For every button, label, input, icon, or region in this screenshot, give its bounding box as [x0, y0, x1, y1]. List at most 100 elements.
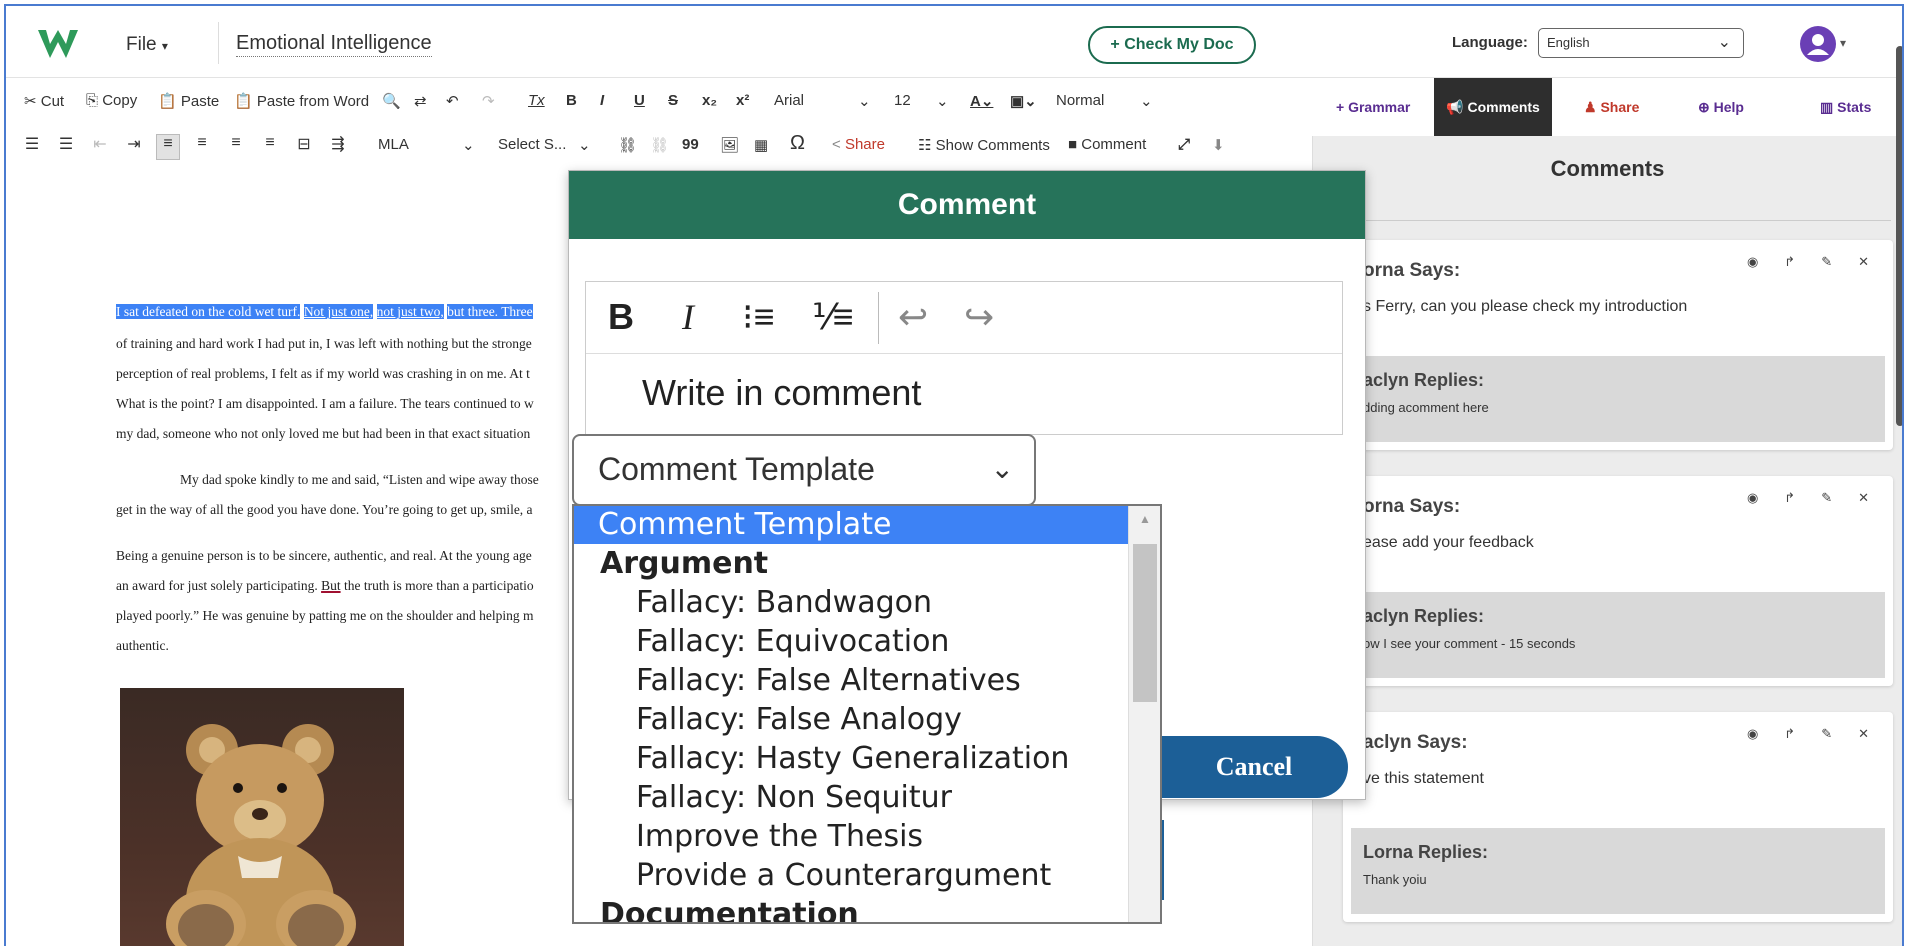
dropdown-option[interactable]: Fallacy: Bandwagon [574, 584, 1128, 622]
dropdown-option[interactable]: Improve the Thesis [574, 818, 1128, 856]
indent-icon[interactable]: ⇥ [122, 134, 146, 160]
replace-icon[interactable]: ⇄ [414, 92, 427, 110]
close-icon[interactable]: ✕ [1858, 490, 1869, 505]
dropdown-option[interactable]: Fallacy: False Alternatives [574, 662, 1128, 700]
language-select[interactable]: English ⌄ [1538, 28, 1744, 58]
bulleted-list-icon[interactable]: ⁝≡ [742, 296, 774, 338]
chevron-down-icon[interactable]: ⌄ [462, 136, 475, 154]
dropdown-option[interactable]: Fallacy: Non Sequitur [574, 779, 1128, 817]
reply-icon[interactable]: ↱ [1784, 726, 1795, 741]
undo-icon[interactable]: ↶ [446, 92, 459, 110]
fullscreen-icon[interactable]: ⤢ [1178, 136, 1190, 153]
comment-card[interactable]: orna Says: ◉ ↱ ✎ ✕ ease add your feedback a… [1343, 476, 1893, 686]
scrollbar-thumb[interactable] [1133, 544, 1157, 702]
resolve-icon[interactable]: ◉ [1747, 726, 1758, 741]
numbered-list-icon[interactable]: ☰ [20, 134, 44, 160]
dropdown-scrollbar[interactable]: ▲ [1128, 506, 1160, 922]
bold-icon[interactable]: B [566, 92, 577, 109]
copy-button[interactable]: ⎘ Copy [86, 92, 137, 109]
chevron-down-icon[interactable]: ⌄ [858, 92, 871, 110]
share-button[interactable]: < Share [832, 136, 885, 153]
table-icon[interactable]: ▦ [754, 136, 768, 154]
paste-button[interactable]: 📋 Paste [158, 92, 219, 110]
align-center-icon[interactable]: ≡ [190, 134, 214, 160]
font-family-select[interactable]: Arial [774, 92, 804, 109]
clear-format-icon[interactable]: Tx [528, 92, 545, 109]
tab-grammar[interactable]: + Grammar [1336, 78, 1410, 136]
comments-icon: ☷ [918, 137, 932, 154]
dropdown-option[interactable]: Fallacy: False Analogy [574, 701, 1128, 739]
link-icon[interactable]: ⛓ [618, 136, 637, 154]
tab-share[interactable]: ♟ Share [1584, 78, 1639, 136]
logo-icon[interactable] [36, 26, 92, 62]
align-left-icon[interactable]: ≡ [156, 134, 180, 160]
bulleted-list-icon[interactable]: ☰ [54, 134, 78, 160]
cancel-button[interactable]: Cancel [1160, 736, 1348, 798]
redo-icon[interactable]: ↪ [964, 296, 994, 338]
background-color-icon[interactable]: ▣⌄ [1010, 92, 1037, 110]
align-right-icon[interactable]: ≡ [224, 134, 248, 160]
comment-card[interactable]: aclyn Says: ◉ ↱ ✎ ✕ ve this statement Lorna… [1343, 712, 1893, 922]
strikethrough-icon[interactable]: S [668, 92, 678, 109]
document-title[interactable]: Emotional Intelligence [236, 32, 432, 57]
comment-card[interactable]: orna Says: ◉ ↱ ✎ ✕ s Ferry, can you please … [1343, 240, 1893, 450]
comment-button[interactable]: ■ Comment [1068, 136, 1146, 153]
text-color-icon[interactable]: A⌄ [970, 92, 993, 110]
reply-icon[interactable]: ↱ [1784, 254, 1795, 269]
close-icon[interactable]: ✕ [1858, 726, 1869, 741]
close-icon[interactable]: ✕ [1858, 254, 1869, 269]
search-icon[interactable]: 🔍 [382, 92, 401, 110]
quote-icon[interactable]: 99 [682, 136, 699, 153]
citation-style-select[interactable]: MLA [378, 136, 409, 153]
image-icon[interactable]: 🖼 [720, 136, 739, 154]
block-direction-icon[interactable]: ⊟ [292, 134, 316, 160]
user-avatar[interactable] [1800, 26, 1836, 62]
underline-icon[interactable]: U [634, 92, 645, 109]
tab-comments[interactable]: 📢 Comments [1434, 78, 1552, 136]
teddy-bear-image[interactable] [120, 688, 404, 946]
numbered-list-icon[interactable]: ⅟≡ [812, 296, 853, 338]
paste-from-word-button[interactable]: 📋 Paste from Word [234, 92, 369, 110]
comment-text-input[interactable]: Write in comment [642, 372, 921, 414]
unlink-icon[interactable]: ⛓ [650, 136, 669, 154]
undo-icon[interactable]: ↩ [898, 296, 928, 338]
document-line: played poorly.” He was genuine by pattin… [116, 608, 534, 623]
check-my-doc-button[interactable]: + Check My Doc [1088, 26, 1256, 64]
edit-icon[interactable]: ✎ [1821, 490, 1832, 505]
comment-template-select[interactable]: Comment Template ⌄ [572, 434, 1036, 506]
scroll-up-icon[interactable]: ▲ [1129, 512, 1160, 526]
special-character-icon[interactable]: Ω [790, 132, 805, 155]
resolve-icon[interactable]: ◉ [1747, 490, 1758, 505]
align-justify-icon[interactable]: ≡ [258, 134, 282, 160]
text-direction-icon[interactable]: ⇶ [326, 134, 350, 160]
edit-icon[interactable]: ✎ [1821, 254, 1832, 269]
tab-help[interactable]: ⊕ Help [1698, 78, 1744, 136]
outdent-icon[interactable]: ⇤ [88, 134, 112, 160]
tab-stats[interactable]: ▥ Stats [1820, 78, 1871, 136]
page-scrollbar[interactable] [1896, 46, 1902, 426]
italic-icon[interactable]: I [600, 92, 604, 109]
superscript-icon[interactable]: x² [736, 92, 749, 109]
reply-icon[interactable]: ↱ [1784, 490, 1795, 505]
italic-icon[interactable]: I [682, 296, 694, 338]
font-size-select[interactable]: 12 [894, 92, 911, 109]
chevron-down-icon[interactable]: ▾ [1840, 36, 1846, 50]
chevron-down-icon[interactable]: ⌄ [578, 136, 591, 154]
chevron-down-icon[interactable]: ⌄ [936, 92, 949, 110]
dropdown-option[interactable]: Provide a Counterargument [574, 857, 1128, 895]
cut-button[interactable]: ✂ Cut [24, 92, 64, 110]
paragraph-style-select[interactable]: Normal [1056, 92, 1104, 109]
dropdown-option[interactable]: Fallacy: Equivocation [574, 623, 1128, 661]
redo-icon[interactable]: ↷ [482, 92, 495, 110]
select-source-dropdown[interactable]: Select S... [498, 136, 566, 153]
resolve-icon[interactable]: ◉ [1747, 254, 1758, 269]
show-comments-button[interactable]: ☷ Show Comments [918, 136, 1050, 154]
bold-icon[interactable]: B [608, 296, 634, 338]
edit-icon[interactable]: ✎ [1821, 726, 1832, 741]
download-icon[interactable]: ⬇ [1212, 136, 1225, 154]
file-menu[interactable]: File ▾ [126, 34, 168, 56]
dropdown-option[interactable]: Comment Template [574, 506, 1128, 544]
chevron-down-icon[interactable]: ⌄ [1140, 92, 1153, 110]
subscript-icon[interactable]: x₂ [702, 92, 717, 109]
dropdown-option[interactable]: Fallacy: Hasty Generalization [574, 740, 1128, 778]
